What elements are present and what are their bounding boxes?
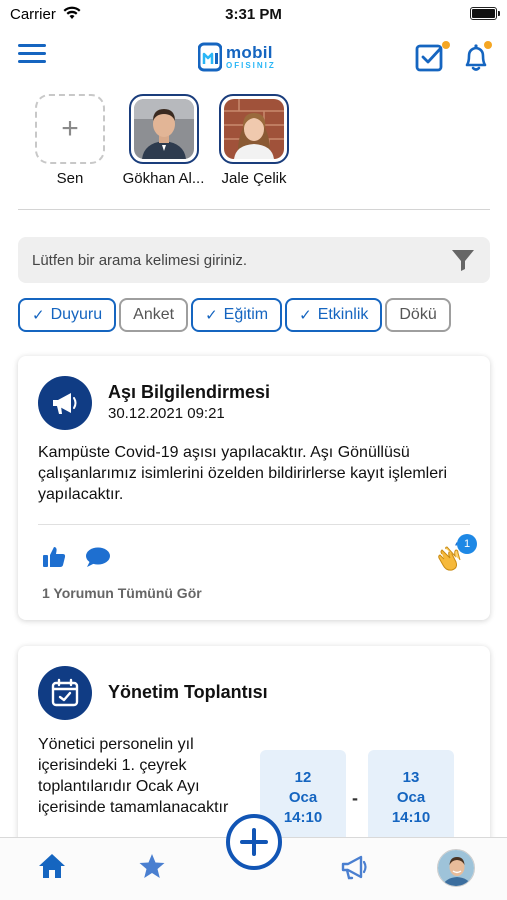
logo-text: mobil [226,43,273,62]
start-day: 12 [294,769,312,786]
story-name: Gökhan Al... [122,170,205,187]
story-add-own[interactable]: + Sen [25,94,115,187]
filter-chips: ✓ Duyuru Anket ✓ Eğitim ✓ Etkinlik Dökü [18,298,490,334]
favorites-tab-icon[interactable] [138,852,166,880]
end-month: Oca [396,789,426,806]
reaction-count-badge: 1 [457,534,477,554]
filter-chip-etkinlik[interactable]: ✓ Etkinlik [285,298,383,332]
logo-mark-icon [198,42,222,72]
story-jale[interactable]: Jale Çelik [209,94,299,187]
chip-label: Anket [133,306,175,323]
like-icon[interactable] [42,546,66,568]
filter-icon[interactable] [450,247,476,273]
battery-icon [470,7,500,20]
app-logo: mobil OFISINIZ [198,40,276,74]
notifications-dot-badge [484,41,492,49]
date-range-separator: - [352,788,358,808]
start-month: Oca [288,789,318,806]
story-name: Jale Çelik [221,170,287,187]
event-end-date: 13 Oca 14:10 [368,750,454,850]
view-all-comments-link[interactable]: 1 Yorumun Tümünü Gör [42,585,202,601]
search-input[interactable] [32,251,450,269]
chip-label: Etkinlik [317,306,369,323]
post-title: Yönetim Toplantısı [108,682,268,702]
filter-chip-egitim[interactable]: ✓ Eğitim [191,298,283,332]
add-story-icon: + [35,94,105,164]
comment-icon[interactable] [84,546,112,568]
jale-avatar [224,99,284,159]
chip-label: Duyuru [50,306,103,323]
story-ring [219,94,289,164]
megaphone-icon [53,393,77,414]
check-icon: ✓ [32,307,45,324]
stories-row: + Sen Gökhan Al... Jale Çelik [0,94,507,194]
announcements-tab-icon[interactable] [339,852,371,882]
chip-label: Dökü [399,306,437,323]
announcement-avatar [38,376,92,430]
post-body: Kampüste Covid-19 aşısı yapılacaktır. Aş… [38,444,448,503]
plus-icon [240,828,268,856]
check-icon: ✓ [205,307,218,324]
end-day: 13 [402,769,420,786]
chip-label: Eğitim [223,306,269,323]
post-date: 30.12.2021 09:21 [108,405,225,422]
status-bar: Carrier 3:31 PM [0,0,507,30]
app-header: mobil OFISINIZ [0,36,507,76]
create-post-button[interactable] [226,814,282,870]
end-time: 14:10 [391,809,431,826]
home-tab-icon[interactable] [37,852,67,880]
post-title: Aşı Bilgilendirmesi [108,382,271,402]
story-gokhan[interactable]: Gökhan Al... [116,94,211,187]
story-ring [128,94,199,164]
tasks-button[interactable] [414,40,450,74]
post-body: Yönetici personelin yıl içerisindeki 1. … [38,736,229,816]
filter-chip-doku[interactable]: Dökü [385,298,451,332]
clock: 3:31 PM [225,6,282,23]
post-card-announcement[interactable]: Aşı Bilgilendirmesi 30.12.2021 09:21 Kam… [18,356,490,620]
profile-tab-avatar[interactable] [437,849,475,887]
story-name: Sen [56,170,84,187]
tasks-dot-badge [442,41,450,49]
filter-chip-duyuru[interactable]: ✓ Duyuru [18,298,117,332]
event-avatar [38,666,92,720]
logo-subtext: OFISINIZ [226,61,276,70]
search-bar [18,237,490,283]
stories-divider [18,209,490,210]
filter-chip-anket[interactable]: Anket [119,298,189,332]
card-divider [38,524,470,525]
calendar-check-icon [51,678,79,707]
notifications-button[interactable] [460,40,494,74]
gokhan-avatar [133,99,194,159]
hamburger-menu-icon[interactable] [18,44,46,66]
check-icon: ✓ [299,307,312,324]
